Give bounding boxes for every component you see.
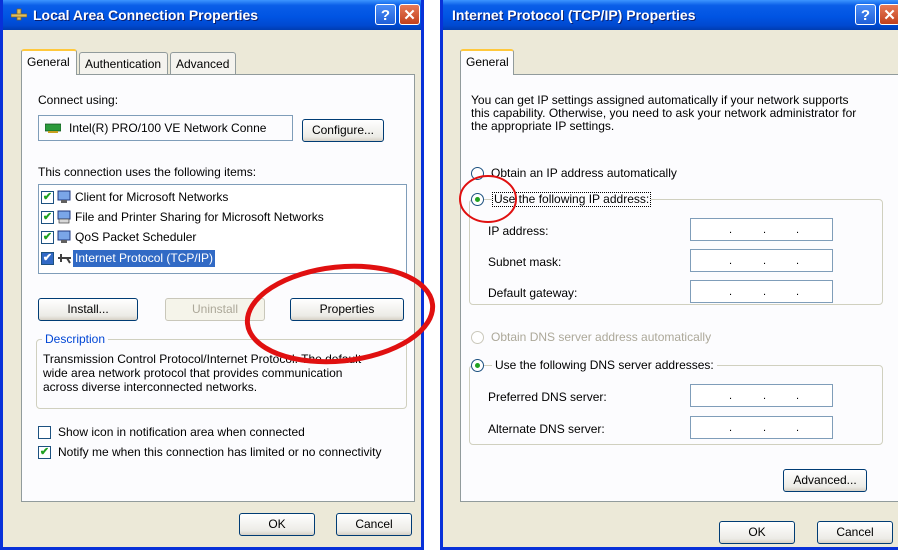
list-item[interactable]: Client for Microsoft Networks xyxy=(75,190,228,204)
help-button[interactable]: ? xyxy=(375,4,396,25)
network-client-icon xyxy=(57,190,71,203)
close-button[interactable]: ✕ xyxy=(399,4,420,25)
item-checkbox[interactable]: ✔ xyxy=(41,252,54,265)
show-icon-label[interactable]: Show icon in notification area when conn… xyxy=(58,425,305,439)
description-line: wide area network protocol that provides… xyxy=(43,366,343,380)
properties-button[interactable]: Properties xyxy=(290,298,404,321)
file-printer-sharing-icon xyxy=(57,210,71,224)
notify-checkbox[interactable]: ✔ xyxy=(38,446,51,459)
uninstall-button: Uninstall xyxy=(165,298,265,321)
cancel-button[interactable]: Cancel xyxy=(817,521,893,544)
use-dns-radio[interactable] xyxy=(471,359,484,372)
alternate-dns-label: Alternate DNS server: xyxy=(488,422,605,436)
help-button[interactable]: ? xyxy=(855,4,876,25)
configure-button[interactable]: Configure... xyxy=(302,119,384,142)
default-gateway-input[interactable]: ... xyxy=(690,280,833,303)
ok-button[interactable]: OK xyxy=(719,521,795,544)
tab-general[interactable]: General xyxy=(460,49,514,75)
preferred-dns-label: Preferred DNS server: xyxy=(488,390,607,404)
info-line: the appropriate IP settings. xyxy=(471,119,615,133)
alternate-dns-input[interactable]: ... xyxy=(690,416,833,439)
close-button[interactable]: ✕ xyxy=(879,4,898,25)
obtain-dns-radio xyxy=(471,331,484,344)
description-group: Description Transmission Control Protoco… xyxy=(36,332,407,409)
description-line: Transmission Control Protocol/Internet P… xyxy=(43,352,362,366)
list-item[interactable]: File and Printer Sharing for Microsoft N… xyxy=(75,210,324,224)
item-checkbox[interactable]: ✔ xyxy=(41,191,54,204)
default-gateway-label: Default gateway: xyxy=(488,286,578,300)
network-adapter-icon xyxy=(45,123,61,133)
description-line: across diverse interconnected networks. xyxy=(43,380,258,394)
preferred-dns-input[interactable]: ... xyxy=(690,384,833,407)
ip-address-label: IP address: xyxy=(488,224,549,238)
notify-label[interactable]: Notify me when this connection has limit… xyxy=(58,445,382,459)
local-area-connection-properties-window: Local Area Connection Properties ? ✕ Gen… xyxy=(0,0,424,550)
use-ip-label[interactable]: Use the following IP address: xyxy=(492,192,652,207)
connect-using-label: Connect using: xyxy=(38,93,119,107)
window-title: Internet Protocol (TCP/IP) Properties xyxy=(452,7,696,23)
show-icon-checkbox[interactable] xyxy=(38,426,51,439)
list-item[interactable]: QoS Packet Scheduler xyxy=(75,230,196,244)
general-tab-panel: You can get IP settings assigned automat… xyxy=(460,74,898,502)
qos-scheduler-icon xyxy=(57,230,71,243)
items-label: This connection uses the following items… xyxy=(38,165,257,179)
window-title: Local Area Connection Properties xyxy=(33,7,259,23)
info-line: You can get IP settings assigned automat… xyxy=(471,93,849,107)
item-checkbox[interactable]: ✔ xyxy=(41,211,54,224)
cancel-button[interactable]: Cancel xyxy=(336,513,412,536)
adapter-box: Intel(R) PRO/100 VE Network Conne xyxy=(38,115,293,141)
install-button[interactable]: Install... xyxy=(38,298,138,321)
tcpip-properties-window: Internet Protocol (TCP/IP) Properties ? … xyxy=(440,0,898,550)
ip-address-input[interactable]: ... xyxy=(690,218,833,241)
use-dns-label[interactable]: Use the following DNS server addresses: xyxy=(492,358,717,372)
ip-address-group: Use the following IP address: IP address… xyxy=(469,192,883,305)
obtain-ip-radio[interactable] xyxy=(471,167,484,180)
obtain-ip-label[interactable]: Obtain an IP address automatically xyxy=(491,166,677,180)
subnet-mask-label: Subnet mask: xyxy=(488,255,562,269)
ok-button[interactable]: OK xyxy=(239,513,315,536)
info-line: this capability. Otherwise, you need to … xyxy=(471,106,857,120)
title-bar[interactable]: Internet Protocol (TCP/IP) Properties ? … xyxy=(443,0,898,30)
advanced-button[interactable]: Advanced... xyxy=(783,469,867,492)
network-connection-icon xyxy=(11,8,27,21)
protocol-icon xyxy=(58,254,71,264)
subnet-mask-input[interactable]: ... xyxy=(690,249,833,272)
tab-advanced[interactable]: Advanced xyxy=(170,52,236,74)
obtain-dns-label: Obtain DNS server address automatically xyxy=(491,330,712,344)
general-tab-panel: Connect using: Intel(R) PRO/100 VE Netwo… xyxy=(21,74,415,502)
use-ip-radio[interactable] xyxy=(471,193,484,206)
dns-group: Use the following DNS server addresses: … xyxy=(469,358,883,445)
adapter-name: Intel(R) PRO/100 VE Network Conne xyxy=(69,121,267,135)
tab-authentication[interactable]: Authentication xyxy=(79,52,168,74)
components-list[interactable]: ✔ Client for Microsoft Networks ✔ File a… xyxy=(38,184,407,274)
description-legend: Description xyxy=(42,332,109,346)
list-item-selected[interactable]: Internet Protocol (TCP/IP) xyxy=(73,250,216,267)
tab-general[interactable]: General xyxy=(21,49,77,75)
title-bar[interactable]: Local Area Connection Properties ? ✕ xyxy=(3,0,421,30)
item-checkbox[interactable]: ✔ xyxy=(41,231,54,244)
